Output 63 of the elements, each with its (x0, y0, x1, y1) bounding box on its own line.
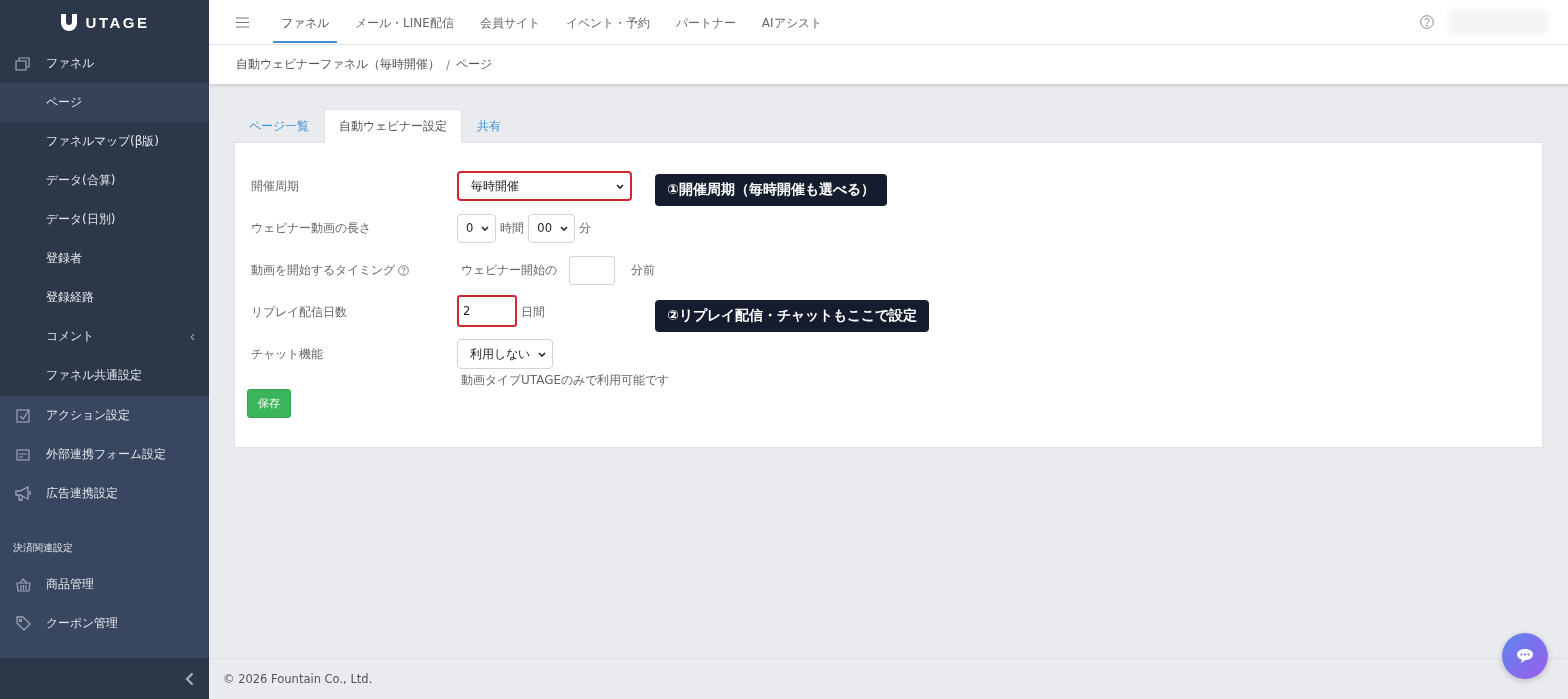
section-heading: 決済関連設定 (12, 541, 74, 555)
sidebar-subitem[interactable]: 登録者 (0, 239, 209, 278)
logo-text: UTAGE (85, 13, 150, 31)
sidebar-subitem[interactable]: 登録経路 (0, 278, 209, 317)
field-label: 開催周期 (251, 177, 299, 195)
caret-icon (481, 225, 490, 231)
annotation-callout: ①開催周期（毎時開催も選べる） (655, 174, 887, 206)
sidebar-item[interactable]: ファネル (0, 44, 209, 83)
sidebar-subitem[interactable]: ファネル共通設定 (0, 356, 209, 395)
tab[interactable]: 自動ウェビナー設定 (324, 109, 462, 143)
nav-tab[interactable]: メール・LINE配信 (347, 1, 462, 43)
unit-label: 分前 (631, 261, 655, 279)
checkbox-icon (15, 408, 31, 423)
nav-tab[interactable]: 会員サイト (471, 1, 548, 43)
logo-icon (59, 12, 78, 32)
sidebar-subitem[interactable]: データ(合算) (0, 161, 209, 200)
collapse-icon[interactable] (185, 671, 194, 686)
nav-tab[interactable]: ファネル (273, 1, 337, 43)
sidebar-subitem[interactable]: データ(日別) (0, 200, 209, 239)
dropdown[interactable]: 毎時開催 (457, 171, 632, 201)
sidebar-item[interactable]: 外部連携フォーム設定 (0, 435, 209, 474)
chat-bubble-icon (1516, 648, 1534, 664)
sidebar-item[interactable]: 商品管理 (0, 565, 209, 604)
breadcrumb-item[interactable]: 自動ウェビナーファネル（毎時開催） (236, 56, 440, 73)
field-label: チャット機能 (251, 345, 323, 363)
minutes-dropdown[interactable]: 00 (528, 213, 575, 243)
sidebar-subitem[interactable]: コメント (0, 317, 209, 356)
caret-icon (559, 225, 568, 231)
unit-label: 日間 (521, 303, 545, 321)
help-icon[interactable] (398, 264, 409, 276)
field-label: リプレイ配信日数 (251, 303, 347, 321)
dropdown[interactable]: 利用しない (457, 339, 553, 369)
field-prefix: ウェビナー開始の (460, 261, 557, 279)
caret-icon (616, 183, 624, 189)
field-label: 動画を開始するタイミング (251, 261, 395, 279)
megaphone-icon (15, 486, 31, 501)
caret-icon (538, 351, 546, 357)
nav-tab[interactable]: AIアシスト (753, 1, 830, 43)
sidebar-subitem[interactable]: ファネルマップ(β版) (0, 122, 209, 161)
nav-tab[interactable]: イベント・予約 (557, 1, 658, 43)
unit-label: 分 (578, 219, 591, 237)
basket-icon (15, 577, 31, 592)
breadcrumb-separator: / (446, 57, 451, 72)
menu-icon[interactable] (236, 16, 249, 28)
breadcrumb-item: ページ (456, 56, 493, 73)
days-input[interactable]: 2 (457, 295, 517, 327)
unit-label: 時間 (500, 219, 525, 237)
windows-icon (15, 55, 31, 72)
hours-dropdown[interactable]: 0 (457, 213, 497, 243)
minutes-input[interactable] (569, 255, 615, 285)
help-text: 動画タイプUTAGEのみで利用可能です (460, 372, 670, 389)
copyright-text: © 2026 Fountain Co., Ltd. (223, 672, 373, 686)
help-icon[interactable] (1420, 15, 1434, 29)
chat-button[interactable] (1502, 633, 1548, 679)
sidebar-item[interactable]: アクション設定 (0, 396, 209, 435)
sidebar-item[interactable]: クーポン管理 (0, 604, 209, 643)
sidebar-item[interactable]: 広告連携設定 (0, 474, 209, 513)
annotation-callout: ②リプレイ配信・チャットもここで設定 (655, 300, 929, 332)
nav-tab[interactable]: パートナー (667, 1, 744, 43)
field-label: ウェビナー動画の長さ (251, 219, 371, 237)
form-icon (16, 448, 30, 461)
tag-icon (15, 616, 31, 631)
sidebar-subitem[interactable]: ページ (0, 83, 209, 122)
